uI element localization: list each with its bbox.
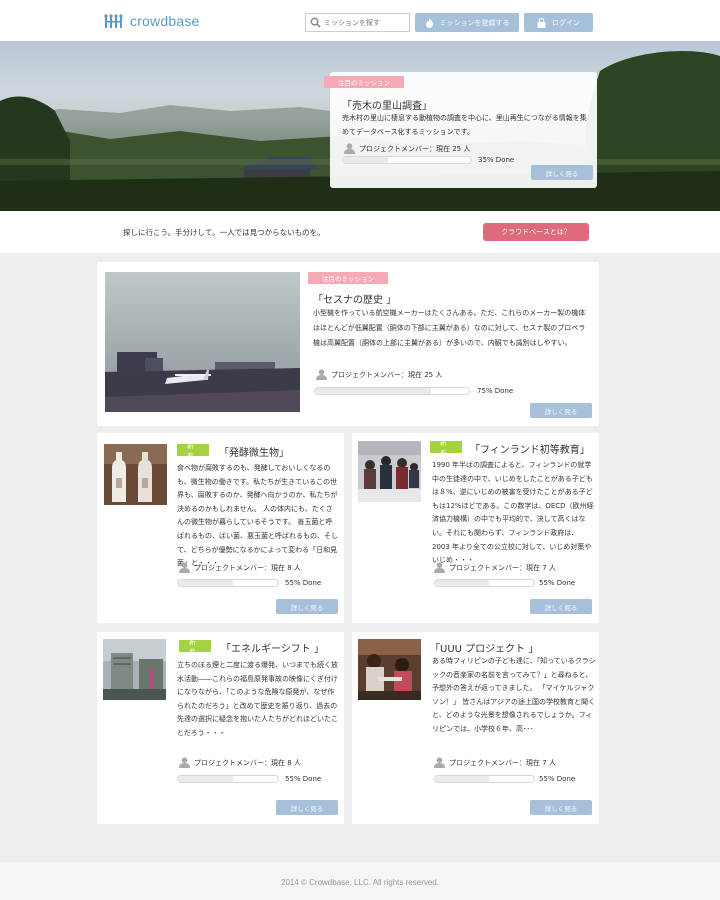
mission-description: 1990 年半ばの調査によると、フィンランドの就学中の生徒達の中で、いじめをした…	[432, 461, 594, 565]
copyright: 2014 © Crowdbase, LLC. All rights reserv…	[281, 878, 439, 887]
progress-bar	[177, 775, 279, 783]
featured-mission-description: 小型機を作っている航空機メーカーはたくさんある。ただ、これらのメーカー製の機体は…	[313, 309, 586, 347]
featured-tag: 注目のミッション	[308, 272, 388, 284]
member-count: プロジェクトメンバー：現在 7 人	[434, 562, 556, 573]
more-button[interactable]: 詳しく見る	[530, 403, 592, 418]
cessna-image	[105, 272, 300, 412]
site-footer: 2014 © Crowdbase, LLC. All rights reserv…	[0, 862, 720, 900]
search-box[interactable]	[305, 13, 410, 32]
member-count-text: プロジェクトメンバー：現在 25 人	[331, 370, 443, 379]
progress-fill	[315, 388, 431, 394]
featured-mission-title[interactable]: 「セスナの歴史 」	[313, 291, 396, 306]
search-input[interactable]	[324, 18, 404, 27]
more-button[interactable]: 詳しく見る	[530, 599, 592, 614]
featured-mission-card[interactable]: 注目のミッション 「セスナの歴史 」 小型機を作っている航空機メーカーはたくさん…	[97, 262, 599, 426]
crowd-logo-icon	[104, 14, 123, 28]
member-count: プロジェクトメンバー：現在 8 人	[179, 562, 301, 573]
person-icon	[316, 369, 327, 380]
mission-card[interactable]: 新着 「フィンランド初等教育」 1990 年半ばの調査によると、フィンランドの就…	[352, 433, 599, 623]
progress-label: 55% Done	[285, 579, 322, 587]
flame-icon	[425, 17, 433, 28]
login-button[interactable]: ログイン	[524, 13, 593, 32]
site-header: crowdbase ミッションを登録する ログイン	[0, 0, 720, 41]
more-button[interactable]: 詳しく見る	[531, 165, 593, 180]
progress-label: 55% Done	[285, 775, 322, 783]
register-mission-button[interactable]: ミッションを登録する	[415, 13, 519, 32]
person-icon	[434, 757, 445, 768]
hero-mission-card[interactable]: 注目のミッション 「売木の里山調査」 売木村の里山に棲息する動植物の調査を中心に…	[324, 72, 597, 188]
more-button[interactable]: 詳しく見る	[276, 599, 338, 614]
more-button[interactable]: 詳しく見る	[530, 800, 592, 815]
progress-fill	[343, 157, 388, 163]
member-count: プロジェクトメンバー：現在 8 人	[179, 757, 301, 768]
member-count: プロジェクトメンバー：現在 7 人	[434, 757, 556, 768]
progress-fill	[435, 776, 490, 782]
member-count-text: プロジェクトメンバー：現在 25 人	[359, 144, 471, 153]
mission-description: 食べ物が腐敗するのも、発酵しておいしくなるのも、微生物の働きです。私たちが生きて…	[177, 464, 338, 568]
mission-description: ある時フィリピンの子ども達に、「知っているクラシックの音楽家の名前を言ってみて？…	[432, 657, 596, 733]
featured-tag: 注目のミッション	[324, 76, 404, 88]
person-icon	[179, 562, 190, 573]
hero-mission-description: 売木村の里山に棲息する動植物の調査を中心に、里山再生につながる情報を集めてデータ…	[342, 114, 587, 136]
register-mission-label: ミッションを登録する	[439, 18, 510, 27]
member-count-text: プロジェクトメンバー：現在 7 人	[449, 758, 556, 767]
person-icon	[179, 757, 190, 768]
progress-label: 75% Done	[477, 387, 514, 395]
member-count-text: プロジェクトメンバー：現在 7 人	[449, 563, 556, 572]
progress-label: 35% Done	[478, 156, 515, 164]
progress-bar	[177, 579, 279, 587]
search-icon	[310, 17, 321, 28]
mission-card[interactable]: 「UUU プロジェクト 」 ある時フィリピンの子ども達に、「知っているクラシック…	[352, 632, 599, 824]
progress-bar	[314, 387, 470, 395]
lock-icon	[537, 17, 546, 28]
login-label: ログイン	[552, 18, 580, 27]
new-tag: 新着	[177, 442, 209, 460]
tagline: 探しに行こう。手分けして。一人では見つからないものを。	[123, 228, 325, 237]
new-tag: 新着	[179, 638, 211, 656]
about-crowdbase-button[interactable]: クラウドベースとは？	[483, 223, 589, 241]
member-count-text: プロジェクトメンバー：現在 8 人	[194, 758, 301, 767]
progress-fill	[178, 776, 233, 782]
progress-fill	[435, 580, 490, 586]
progress-bar	[342, 156, 472, 164]
member-count-text: プロジェクトメンバー：現在 8 人	[194, 563, 301, 572]
progress-label: 55% Done	[539, 775, 576, 783]
new-tag: 新着	[430, 439, 462, 457]
person-icon	[434, 562, 445, 573]
mission-card[interactable]: 新着 「発酵微生物」 食べ物が腐敗するのも、発酵しておいしくなるのも、微生物の働…	[97, 433, 344, 623]
progress-bar	[434, 579, 535, 587]
progress-fill	[178, 580, 233, 586]
progress-bar	[434, 775, 535, 783]
mission-title[interactable]: 「UUU プロジェクト 」	[430, 640, 538, 655]
mission-title[interactable]: 「エネルギーシフト 」	[221, 640, 324, 655]
hero-banner: 注目のミッション 「売木の里山調査」 売木村の里山に棲息する動植物の調査を中心に…	[0, 41, 720, 211]
finland-education-image	[358, 441, 421, 502]
mission-title[interactable]: 「フィンランド初等教育」	[470, 441, 590, 456]
logo[interactable]: crowdbase	[104, 12, 200, 30]
member-count: プロジェクトメンバー：現在 25 人	[344, 143, 470, 154]
hero-mission-title[interactable]: 「売木の里山調査」	[342, 97, 432, 112]
fermentation-image	[104, 444, 167, 505]
progress-label: 55% Done	[539, 579, 576, 587]
logo-text: crowdbase	[130, 13, 200, 29]
tagline-band: 探しに行こう。手分けして。一人では見つからないものを。 クラウドベースとは？	[0, 211, 720, 253]
uuu-project-image	[358, 639, 421, 700]
member-count: プロジェクトメンバー：現在 25 人	[316, 369, 442, 380]
mission-title[interactable]: 「発酵微生物」	[219, 444, 289, 459]
energy-shift-image	[103, 639, 166, 700]
mission-description: 立ちのぼる煙と二度に渡る爆発、いつまでも続く放水活動――これらの福島原発事故の映…	[177, 661, 338, 737]
person-icon	[344, 143, 355, 154]
more-button[interactable]: 詳しく見る	[276, 800, 338, 815]
mission-card[interactable]: 新着 「エネルギーシフト 」 立ちのぼる煙と二度に渡る爆発、いつまでも続く放水活…	[97, 632, 344, 824]
